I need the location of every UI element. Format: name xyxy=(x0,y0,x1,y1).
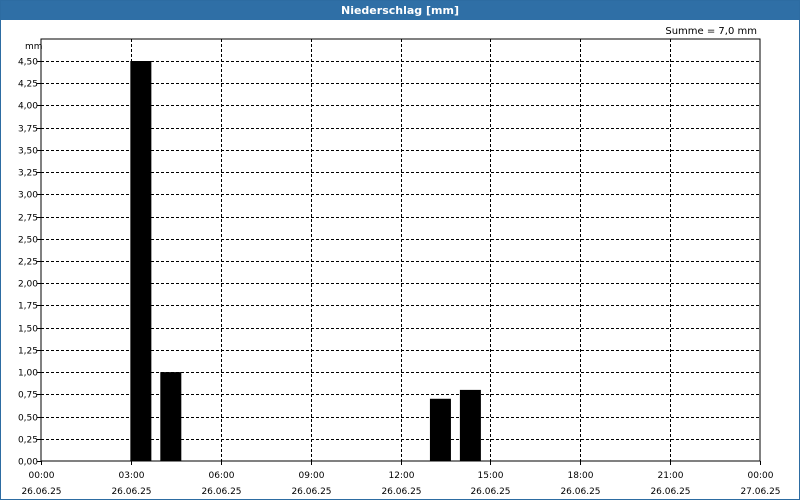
y-tick-label: 1,75 xyxy=(18,302,38,312)
x-tick-date: 26.06.25 xyxy=(470,487,510,497)
x-tick-time: 00:00 xyxy=(748,471,774,481)
x-tick-date: 26.06.25 xyxy=(291,487,331,497)
y-tick-label: 2,00 xyxy=(18,280,38,290)
x-tick-date: 26.06.25 xyxy=(21,487,61,497)
x-tick-date: 26.06.25 xyxy=(560,487,600,497)
chart-window: Niederschlag [mm] Summe = 7,0 mm mm 0,00 0… xyxy=(0,0,800,500)
y-axis-label: mm xyxy=(25,42,43,52)
precipitation-bar xyxy=(429,398,451,461)
y-tick-label: 3,25 xyxy=(18,169,38,179)
y-tick-label: 1,50 xyxy=(18,325,38,335)
x-tick-date: 26.06.25 xyxy=(650,487,690,497)
y-tick-label: 1,25 xyxy=(18,347,38,357)
x-tick-date: 27.06.25 xyxy=(740,487,780,497)
x-tick-time: 15:00 xyxy=(478,471,504,481)
y-tick-label: 0,25 xyxy=(18,436,38,446)
y-tick-label: 2,50 xyxy=(18,236,38,246)
y-tick-label: 2,25 xyxy=(18,258,38,268)
precipitation-bar xyxy=(459,389,481,461)
y-tick-label: 0,50 xyxy=(18,414,38,424)
x-tick-time: 06:00 xyxy=(209,471,235,481)
y-tick-label: 4,50 xyxy=(18,58,38,68)
x-tick-date: 26.06.25 xyxy=(201,487,241,497)
y-tick-label: 0,00 xyxy=(18,458,38,468)
y-tick-label: 1,00 xyxy=(18,369,38,379)
y-tick-label: 3,50 xyxy=(18,147,38,157)
y-tick-label: 4,00 xyxy=(18,102,38,112)
y-tick-label: 0,75 xyxy=(18,391,38,401)
precipitation-chart: mm 0,00 0,25 0,50 0,75 1,00 1,25 1,50 1,75 2,00 2,… xyxy=(18,38,781,497)
y-tick-label: 3,00 xyxy=(18,191,38,201)
x-tick-time: 03:00 xyxy=(119,471,145,481)
y-tick-label: 4,25 xyxy=(18,80,38,90)
x-tick-time: 12:00 xyxy=(389,471,415,481)
precipitation-bar xyxy=(160,372,182,461)
x-tick-time: 00:00 xyxy=(29,471,55,481)
y-tick-label: 3,75 xyxy=(18,125,38,135)
x-tick-date: 26.06.25 xyxy=(381,487,421,497)
x-tick-date: 26.06.25 xyxy=(111,487,151,497)
x-tick-time: 09:00 xyxy=(299,471,325,481)
x-tick-time: 18:00 xyxy=(568,471,594,481)
x-tick-time: 21:00 xyxy=(658,471,684,481)
precipitation-bar xyxy=(130,61,152,461)
y-tick-label: 2,75 xyxy=(18,214,38,224)
